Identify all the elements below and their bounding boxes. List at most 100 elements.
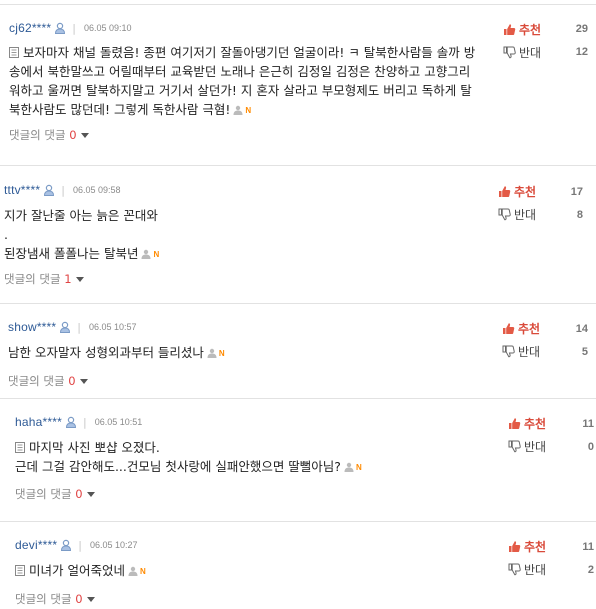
thumbs-up-icon: [498, 185, 511, 198]
like-button[interactable]: 추천: [503, 21, 541, 38]
like-button[interactable]: 추천: [502, 320, 540, 337]
dislike-count: 0: [587, 441, 594, 453]
person-icon: [43, 184, 55, 196]
comment-line: 된장냄새 폴폴나는 탈북년: [4, 246, 139, 261]
thumbs-up-icon: [508, 540, 521, 553]
comment-meta: tttv**** | 06.05 09:58: [4, 182, 121, 198]
dislike-button[interactable]: 반대: [498, 206, 536, 223]
dislike-count: 2: [587, 564, 594, 576]
divider: [0, 303, 596, 304]
dislike-label: 반대: [524, 563, 547, 577]
new-badge: N: [139, 566, 146, 576]
like-count: 11: [582, 418, 594, 430]
thumbs-down-icon: [502, 345, 515, 358]
dislike-button[interactable]: 반대: [503, 44, 541, 61]
like-label: 추천: [524, 417, 547, 431]
username[interactable]: haha****: [15, 415, 62, 429]
reply-toggle[interactable]: 댓글의 댓글 1: [4, 271, 84, 287]
comment-item: cj62**** | 06.05 09:10 추천 29 반대 12 보자마자 …: [0, 20, 596, 170]
new-badge: N: [218, 348, 225, 358]
username[interactable]: tttv****: [4, 183, 40, 197]
reply-count: 0: [69, 128, 77, 142]
document-icon: [9, 47, 19, 58]
comment-text: 마지막 사진 뽀샵 오졌다. 근데 그걸 감안해도...건모님 첫사랑에 실패안…: [15, 438, 362, 476]
reply-toggle[interactable]: 댓글의 댓글 0: [15, 486, 95, 502]
username[interactable]: cj62****: [9, 21, 51, 35]
comment-text: 보자마자 채널 돌렸음! 종편 여기저기 잘돌아댕기던 얼굴이라! ㅋ 탈북한사…: [9, 43, 475, 119]
comment-item: devi**** | 06.05 10:27 추천 11 반대 2 미녀가 얼어…: [0, 537, 596, 609]
divider: [0, 521, 596, 522]
thumbs-down-icon: [503, 46, 516, 59]
person-icon: [59, 321, 71, 333]
username[interactable]: devi****: [15, 538, 57, 552]
caret-down-icon: [86, 597, 95, 602]
thumbs-up-icon: [503, 23, 516, 36]
thumbs-up-icon: [502, 322, 515, 335]
dislike-button[interactable]: 반대: [508, 561, 546, 578]
like-count: 14: [575, 323, 588, 335]
divider: [0, 398, 596, 399]
reply-label: 댓글의 댓글: [15, 592, 72, 606]
separator: |: [82, 415, 87, 429]
comment-line: 워하고 울꺼면 탈북하지말고 거기서 살던가! 지 혼자 살라고 부모형제도 버…: [9, 83, 472, 98]
like-button[interactable]: 추천: [508, 538, 546, 555]
timestamp: 06.05 10:27: [90, 540, 138, 550]
new-badge: N: [153, 249, 160, 259]
dislike-label: 반대: [524, 440, 547, 454]
reply-toggle[interactable]: 댓글의 댓글 0: [8, 373, 88, 389]
new-badge: N: [355, 462, 362, 472]
person-icon: [54, 22, 66, 34]
separator: |: [72, 21, 77, 35]
comment-line: .: [4, 227, 8, 242]
timestamp: 06.05 09:10: [84, 23, 132, 33]
comment-line: 남한 오자말자 성형외과부터 들리셨나: [8, 345, 204, 360]
comment-line: 보자마자 채널 돌렸음! 종편 여기저기 잘돌아댕기던 얼굴이라! ㅋ 탈북한사…: [23, 45, 476, 60]
reply-count: 0: [68, 374, 76, 388]
caret-down-icon: [75, 277, 84, 282]
thumbs-up-icon: [508, 417, 521, 430]
comment-meta: show**** | 06.05 10:57: [8, 319, 137, 335]
person-icon: [60, 539, 72, 551]
reply-toggle[interactable]: 댓글의 댓글 0: [15, 591, 95, 607]
person-icon: [65, 416, 77, 428]
dislike-button[interactable]: 반대: [508, 438, 546, 455]
dislike-label: 반대: [519, 46, 542, 60]
user-badge-icon: [128, 566, 138, 576]
timestamp: 06.05 09:58: [73, 185, 121, 195]
separator: |: [61, 183, 66, 197]
like-button[interactable]: 추천: [508, 415, 546, 432]
username[interactable]: show****: [8, 320, 56, 334]
comment-line: 북한사람도 많던데! 그렇게 독한사람 극혐!: [9, 102, 231, 117]
reply-label: 댓글의 댓글: [15, 487, 72, 501]
thumbs-down-icon: [508, 440, 521, 453]
reply-toggle[interactable]: 댓글의 댓글 0: [9, 127, 89, 143]
like-count: 29: [575, 23, 588, 35]
comment-line: 미녀가 얼어죽었네: [29, 563, 125, 578]
user-badge-icon: [233, 105, 243, 115]
like-count: 17: [570, 186, 583, 198]
like-button[interactable]: 추천: [498, 183, 536, 200]
comment-text: 남한 오자말자 성형외과부터 들리셨나 N: [8, 343, 225, 362]
reply-count: 0: [75, 487, 83, 501]
comment-text: 미녀가 얼어죽었네 N: [15, 561, 146, 580]
like-label: 추천: [518, 322, 541, 336]
document-icon: [15, 565, 25, 576]
comment-line: 근데 그걸 감안해도...건모님 첫사랑에 실패안했으면 딸뻘아님?: [15, 459, 341, 474]
dislike-button[interactable]: 반대: [502, 343, 540, 360]
divider: [0, 4, 596, 5]
reply-label: 댓글의 댓글: [9, 128, 66, 142]
dislike-label: 반대: [518, 345, 541, 359]
reply-label: 댓글의 댓글: [4, 272, 61, 286]
timestamp: 06.05 10:57: [89, 322, 137, 332]
user-badge-icon: [207, 348, 217, 358]
timestamp: 06.05 10:51: [94, 417, 143, 427]
dislike-label: 반대: [514, 208, 537, 222]
comment-line: 마지막 사진 뽀샵 오졌다.: [29, 440, 160, 455]
caret-down-icon: [86, 492, 95, 497]
comment-item: haha**** | 06.05 10:51 추천 11 반대 0 마지막 사진…: [0, 414, 596, 519]
comment-item: tttv**** | 06.05 09:58 추천 17 반대 8 지가 잘난줄…: [0, 182, 596, 297]
reply-count: 0: [75, 592, 83, 606]
user-badge-icon: [141, 249, 151, 259]
divider: [0, 165, 596, 166]
dislike-count: 5: [581, 346, 588, 358]
